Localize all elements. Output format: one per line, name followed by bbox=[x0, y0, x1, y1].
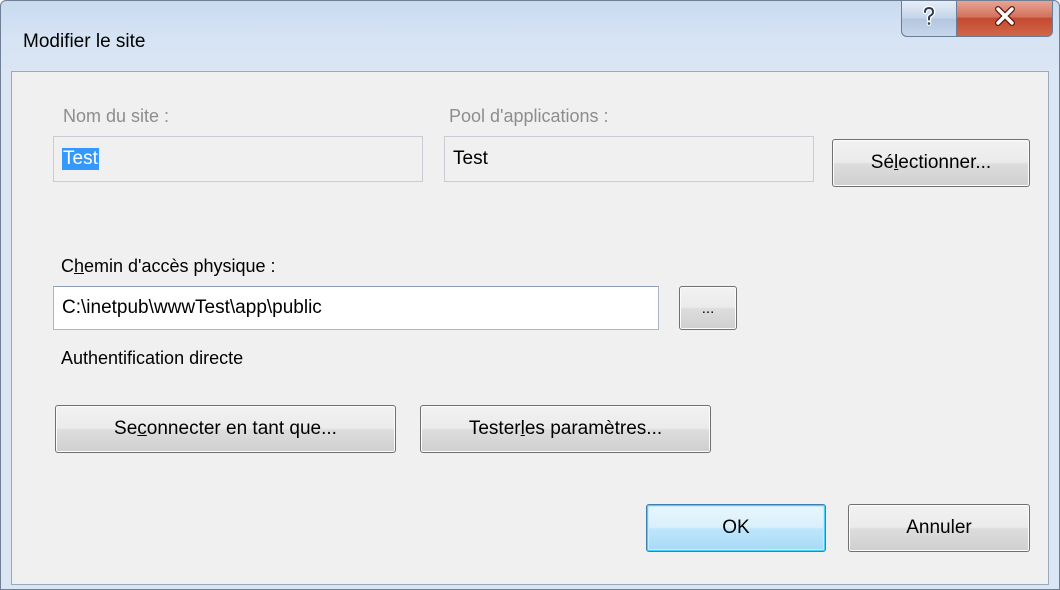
window-title: Modifier le site bbox=[23, 31, 146, 52]
site-name-label: Nom du site : bbox=[63, 106, 170, 126]
question-mark-icon bbox=[919, 5, 939, 32]
physical-path-label-part: C bbox=[61, 256, 74, 276]
connect-as-label-part: Se bbox=[114, 418, 138, 439]
site-name-value: Test bbox=[62, 148, 99, 170]
test-settings-button[interactable]: Tester l es paramètres... bbox=[420, 405, 711, 453]
physical-path-value: C:\inetpub\wwwTest\app\public bbox=[62, 297, 322, 318]
select-button-label-part: Sé bbox=[870, 152, 895, 173]
physical-path-input[interactable]: C:\inetpub\wwwTest\app\public bbox=[53, 286, 659, 330]
select-button-label-part: ectionner... bbox=[898, 152, 992, 173]
cancel-button-label: Annuler bbox=[906, 517, 972, 538]
app-pool-value: Test bbox=[453, 148, 488, 169]
title-bar[interactable]: Modifier le site bbox=[1, 1, 1059, 71]
cancel-button[interactable]: Annuler bbox=[848, 504, 1030, 552]
dialog-content: Nom du site : Test Pool d'applications :… bbox=[11, 71, 1049, 585]
physical-path-label: Chemin d'accès physique : bbox=[61, 256, 276, 277]
ok-button[interactable]: OK bbox=[646, 504, 826, 552]
connect-as-accel: c bbox=[137, 418, 147, 439]
close-button[interactable] bbox=[957, 1, 1053, 37]
browse-path-button[interactable]: ... bbox=[679, 286, 737, 330]
physical-path-label-part: emin d'accès physique : bbox=[84, 256, 276, 276]
app-pool-field: Test bbox=[444, 136, 814, 182]
connect-as-label-part: onnecter en tant que... bbox=[146, 418, 337, 439]
help-button[interactable] bbox=[901, 1, 957, 37]
site-name-field[interactable]: Test bbox=[53, 136, 423, 182]
connect-as-button[interactable]: Se c onnecter en tant que... bbox=[55, 405, 396, 453]
select-pool-button[interactable]: Sé l ectionner... bbox=[832, 139, 1030, 187]
test-settings-label-part: Tester bbox=[468, 418, 521, 439]
dialog-window: Modifier le site Nom du site: Test Pool… bbox=[0, 0, 1060, 590]
close-x-icon bbox=[993, 6, 1017, 31]
ok-button-label: OK bbox=[722, 517, 750, 538]
title-bar-buttons bbox=[901, 1, 1053, 39]
auth-mode-text: Authentification directe bbox=[61, 348, 244, 368]
browse-button-label: ... bbox=[701, 299, 715, 317]
app-pool-label: Pool d'applications : bbox=[449, 106, 609, 126]
test-settings-label-part: es paramètres... bbox=[524, 418, 663, 439]
physical-path-label-accel: h bbox=[74, 256, 85, 276]
